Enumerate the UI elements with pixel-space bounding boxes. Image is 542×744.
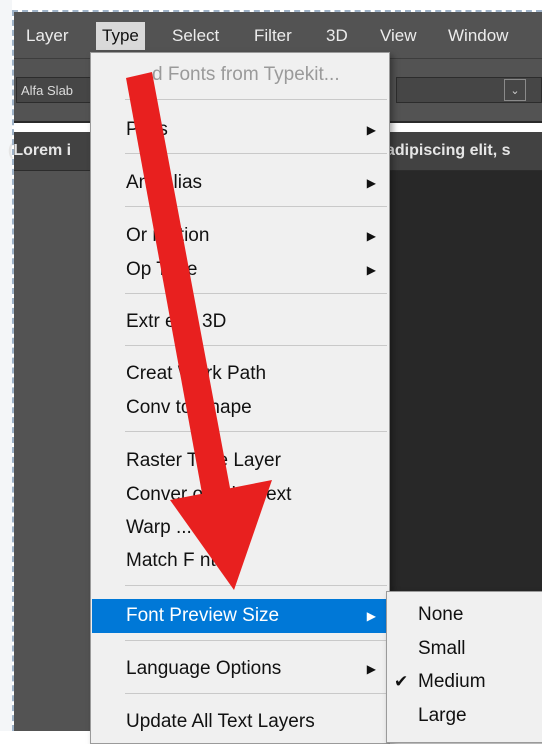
snip-border-top: [12, 10, 542, 12]
menu-item-extrude-3d[interactable]: Extr e to 3D: [92, 305, 388, 339]
menu-item-orientation[interactable]: Or ntation ▶: [92, 219, 388, 253]
triangle-right-icon: ▶: [366, 176, 376, 190]
menu-item-pixels[interactable]: P els ▶: [92, 113, 388, 147]
menu-separator: [125, 640, 387, 641]
menu-separator: [125, 99, 387, 100]
menu-item-language-options[interactable]: Language Options ▶: [92, 652, 388, 686]
menu-item-convert-point-text[interactable]: Conver o Point Text: [92, 478, 388, 512]
menu-item-font-preview-size[interactable]: Font Preview Size ▶: [92, 599, 388, 633]
menu-filter[interactable]: Filter: [254, 22, 292, 50]
submenu-item-small[interactable]: Small: [388, 632, 542, 665]
submenu-item-medium[interactable]: ✔ Medium: [388, 665, 542, 698]
menu-3d[interactable]: 3D: [326, 22, 348, 50]
snip-border-left: [12, 10, 14, 731]
type-menu-dropdown: d Fonts from Typekit... P els ▶ An -Alia…: [90, 52, 390, 744]
triangle-right-icon: ▶: [366, 123, 376, 137]
menu-separator: [125, 293, 387, 294]
triangle-right-icon: ▶: [366, 662, 376, 676]
menu-separator: [125, 153, 387, 154]
menu-view[interactable]: View: [380, 22, 417, 50]
menu-item-opentype[interactable]: Op Type ▶: [92, 253, 388, 287]
font-family-field[interactable]: Alfa Slab: [16, 77, 92, 103]
menu-item-match-font[interactable]: Match F nt...: [92, 544, 388, 578]
triangle-right-icon: ▶: [366, 263, 376, 277]
submenu-item-large[interactable]: Large: [388, 699, 542, 732]
menu-item-convert-to-shape[interactable]: Conv to Shape: [92, 391, 388, 425]
triangle-right-icon: ▶: [366, 609, 376, 623]
checkmark-icon: ✔: [394, 672, 409, 691]
menu-item-update-all-text-layers[interactable]: Update All Text Layers: [92, 705, 388, 739]
menu-item-warp-text[interactable]: Warp ...: [92, 511, 388, 545]
triangle-right-icon: ▶: [366, 229, 376, 243]
left-panel: [14, 171, 90, 731]
menu-separator: [125, 585, 387, 586]
left-margin: [0, 0, 12, 731]
document-text-left: (Lorem i: [8, 142, 72, 159]
menu-item-rasterize[interactable]: Raster Type Layer: [92, 444, 388, 478]
menu-select[interactable]: Select: [172, 22, 219, 50]
submenu-item-none[interactable]: None: [388, 598, 542, 631]
menu-separator: [125, 693, 387, 694]
menu-separator: [125, 345, 387, 346]
menu-item-anti-alias[interactable]: An -Alias ▶: [92, 166, 388, 200]
document-text-right: adipiscing elit, s: [386, 142, 511, 159]
menu-window[interactable]: Window: [448, 22, 508, 50]
menu-type[interactable]: Type: [96, 22, 145, 50]
chevron-down-icon[interactable]: ⌄: [504, 79, 526, 101]
menu-layer[interactable]: Layer: [26, 22, 69, 50]
menu-separator: [125, 206, 387, 207]
menu-separator: [125, 431, 387, 432]
menu-item-add-fonts: d Fonts from Typekit...: [152, 64, 340, 85]
font-preview-size-submenu: None Small ✔ Medium Large: [386, 591, 542, 743]
menu-item-create-work-path[interactable]: Creat Work Path: [92, 357, 388, 391]
